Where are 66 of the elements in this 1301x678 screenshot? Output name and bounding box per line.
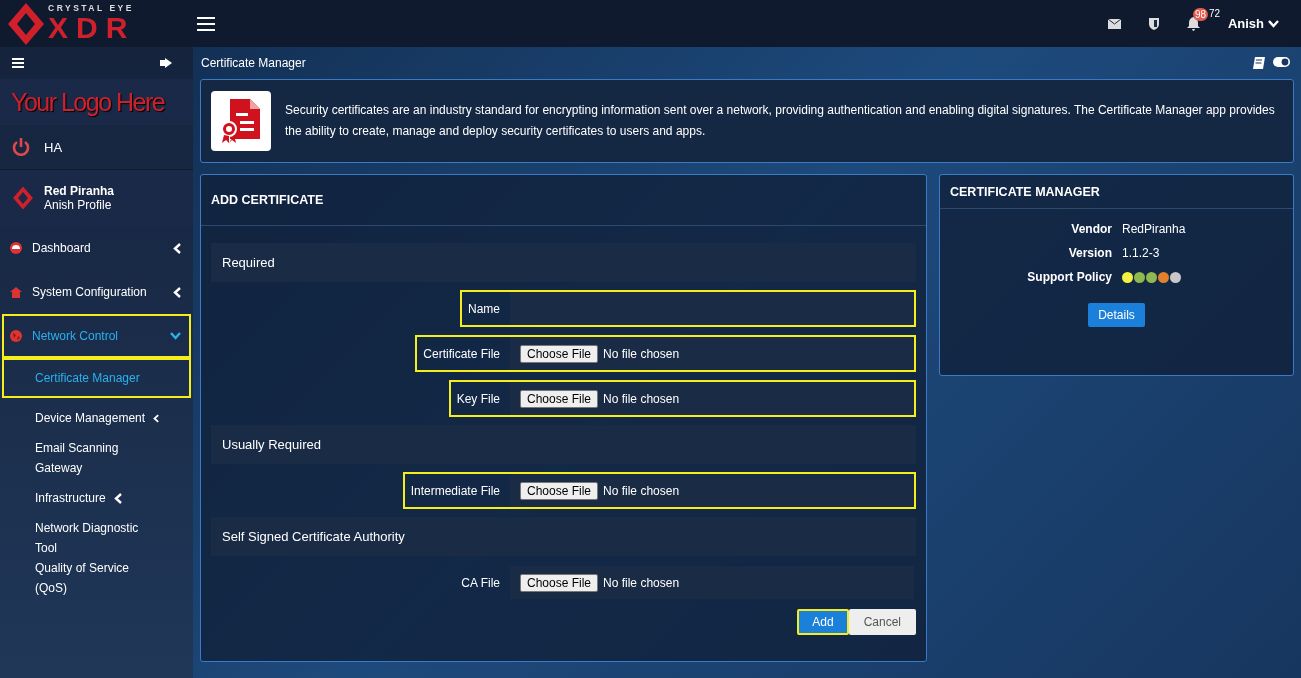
sidebar-subitem[interactable]: Email Scanning Gateway	[2, 438, 191, 478]
power-icon[interactable]	[12, 138, 30, 156]
shield-icon[interactable]	[1148, 17, 1159, 30]
info-label: Support Policy	[1026, 270, 1113, 284]
file-status: No file chosen	[603, 483, 680, 498]
info-value: RedPiranha	[1122, 222, 1186, 236]
sidebar-subitem[interactable]: Quality of Service (QoS)	[2, 558, 191, 598]
sidebar-item[interactable]: Dashboard	[2, 226, 191, 270]
book-icon[interactable]	[1253, 57, 1265, 69]
notification-count: 72	[1208, 7, 1220, 19]
file-input[interactable]: Choose File No file chosen	[510, 474, 914, 507]
section-header: Required	[211, 243, 916, 282]
info-value: 1.1.2-3	[1122, 246, 1160, 260]
menu-icon[interactable]	[197, 16, 215, 31]
file-status: No file chosen	[603, 575, 680, 590]
file-input[interactable]: Choose File No file chosen	[510, 382, 914, 415]
field-label: CA File	[461, 575, 501, 590]
page-title: Certificate Manager	[201, 56, 306, 70]
info-label: Version	[1067, 246, 1113, 260]
section-header: Usually Required	[211, 425, 916, 464]
profile-subtitle: Anish Profile	[44, 198, 113, 212]
choose-file-button[interactable]: Choose File	[520, 344, 599, 363]
sidebar-item[interactable]: System Configuration	[2, 270, 191, 314]
file-status: No file chosen	[603, 346, 680, 361]
intro-paragraph: Security certificates are an industry standard for encrypting information sent over a network, providing authentication and enabling digital signatures. The Certificate Manager app provides the ability to create, manage and deploy security certificates to users and apps.	[285, 102, 1276, 140]
field-label: Certificate File	[423, 346, 501, 361]
toggle-icon[interactable]	[1273, 57, 1290, 67]
file-input[interactable]: Choose File No file chosen	[510, 337, 914, 370]
field-label: Intermediate File	[410, 483, 501, 498]
sidebar-subitem[interactable]: Infrastructure	[2, 478, 191, 518]
details-button[interactable]: Details	[1088, 303, 1145, 327]
certificate-document-icon	[211, 91, 271, 151]
sign-out-icon[interactable]	[160, 58, 172, 68]
menu-icon[interactable]	[12, 58, 24, 68]
sidebar-subitem[interactable]: Device Management	[2, 398, 191, 438]
user-menu[interactable]: Anish	[1227, 16, 1279, 31]
logo-placeholder-text: Your Logo Here	[11, 87, 165, 117]
file-input[interactable]: Choose File No file chosen	[510, 566, 914, 599]
form-button[interactable]: Add	[797, 609, 849, 635]
bell-icon[interactable]	[1186, 16, 1200, 31]
form-button[interactable]: Cancel	[848, 609, 916, 635]
section-header: Self Signed Certificate Authority	[211, 517, 916, 556]
brand-tagline: CRYSTAL EYE	[48, 4, 135, 13]
globe-icon	[10, 330, 22, 342]
profile-name: Red Piranha	[44, 184, 115, 198]
mail-icon[interactable]	[1107, 18, 1121, 29]
field-label: Key File	[456, 391, 501, 406]
name-input[interactable]	[510, 292, 914, 325]
logo-icon	[12, 184, 34, 212]
panel-title: CERTIFICATE MANAGER	[950, 184, 1100, 199]
sidebar-subitem[interactable]: Network Diagnostic Tool	[2, 518, 191, 558]
home-icon	[10, 286, 22, 298]
panel-title: ADD CERTIFICATE	[211, 193, 324, 207]
field-label: Name	[468, 301, 501, 316]
choose-file-button[interactable]: Choose File	[520, 481, 599, 500]
info-label: Vendor	[1070, 222, 1113, 236]
choose-file-button[interactable]: Choose File	[520, 389, 599, 408]
brand-name: XDR	[48, 12, 136, 43]
file-status: No file chosen	[603, 391, 680, 406]
sidebar-subitem[interactable]: Certificate Manager	[2, 358, 191, 398]
gauge-icon	[10, 242, 22, 254]
ha-label[interactable]: HA	[44, 139, 63, 155]
chevron-down-icon	[1268, 19, 1279, 28]
choose-file-button[interactable]: Choose File	[520, 573, 599, 592]
notification-badge: 98	[1192, 7, 1208, 21]
sidebar-item[interactable]: Network Control	[2, 314, 191, 358]
